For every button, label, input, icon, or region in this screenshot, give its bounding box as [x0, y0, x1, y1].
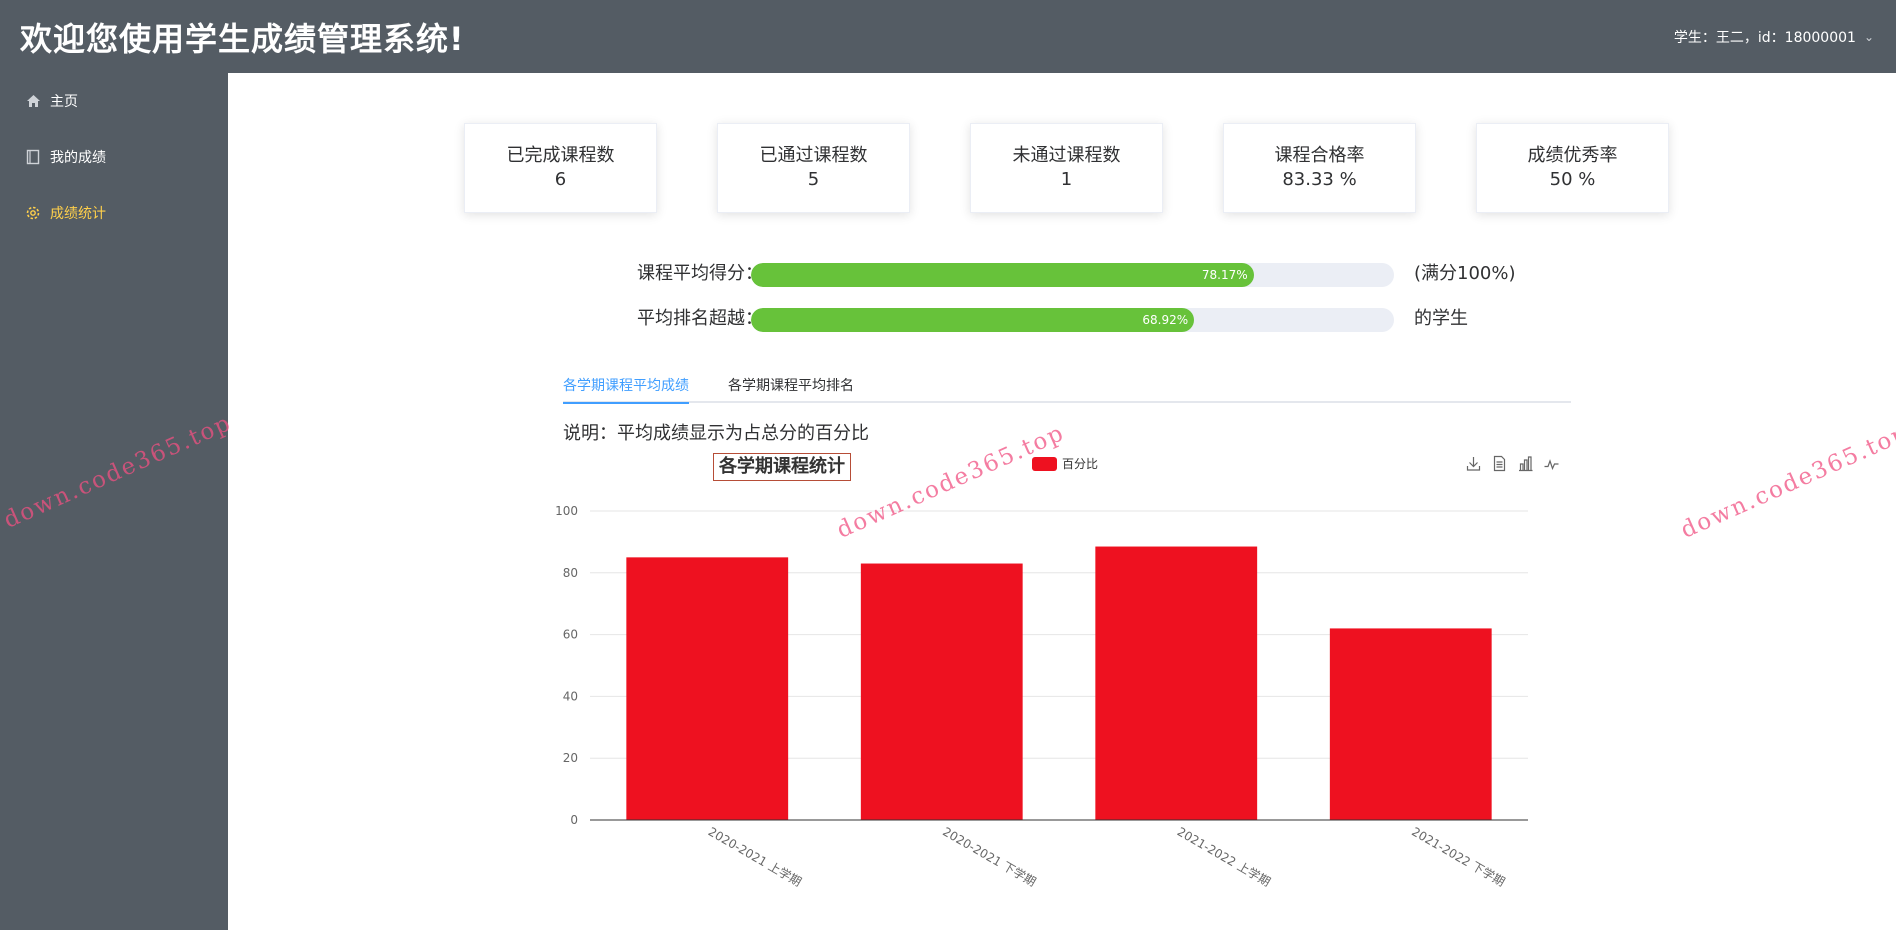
y-tick-label: 20 [563, 751, 578, 765]
bar [626, 557, 789, 820]
y-tick-label: 40 [563, 689, 578, 703]
sidebar-item-my-grades[interactable]: 我的成绩 [0, 129, 228, 185]
chevron-down-icon: ⌄ [1863, 29, 1874, 44]
bar [1329, 628, 1492, 820]
bar [860, 563, 1023, 820]
y-tick-label: 60 [563, 628, 578, 642]
x-tick-label: 2020-2021 上学期 [706, 824, 805, 890]
y-tick-label: 0 [570, 813, 578, 827]
y-tick-label: 80 [563, 566, 578, 580]
bar-chart: 0 20 40 60 80 100 2020-2021 上学期 2020-2021 下学期 20… [555, 504, 1528, 890]
sidebar-item-label: 我的成绩 [50, 150, 106, 166]
y-tick-label: 100 [555, 504, 578, 518]
sidebar-item-label: 主页 [50, 94, 78, 110]
user-menu[interactable]: 学生：王二，id：18000001 ⌄ [1674, 27, 1874, 47]
x-tick-label: 2020-2021 下学期 [940, 824, 1039, 890]
user-info: 学生：王二，id：18000001 [1673, 29, 1856, 46]
gear-icon [24, 204, 42, 222]
sidebar-item-home[interactable]: 主页 [0, 73, 228, 129]
home-icon [24, 92, 42, 110]
x-tick-label: 2021-2022 上学期 [1175, 824, 1274, 890]
x-tick-label: 2021-2022 下学期 [1409, 824, 1508, 890]
main-content: 已完成课程数 6 已通过课程数 5 未通过课程数 1 课程合格率 83.33 %… [228, 73, 1896, 930]
bar [1095, 546, 1258, 820]
app-header: 欢迎您使用学生成绩管理系统! 学生：王二，id：18000001 ⌄ [0, 0, 1896, 73]
sidebar-item-label: 成绩统计 [50, 206, 106, 222]
sidebar-item-grade-stats[interactable]: 成绩统计 [0, 185, 228, 241]
app-title: 欢迎您使用学生成绩管理系统! [20, 19, 465, 58]
book-icon [24, 148, 42, 166]
